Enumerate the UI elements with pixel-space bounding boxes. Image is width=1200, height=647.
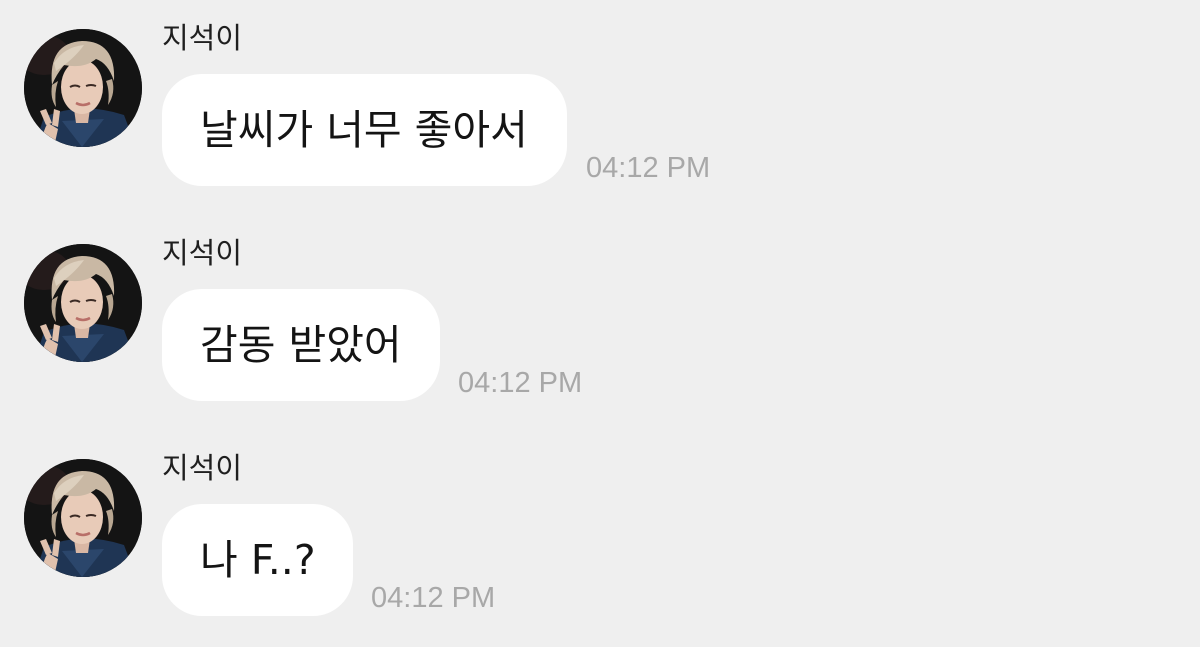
avatar[interactable] [24,29,142,147]
message-row: 지석이 나 F..? 04:12 PM [0,430,1200,630]
sender-name[interactable]: 지석이 [162,235,242,271]
message-bubble[interactable]: 감동 받았어 [162,289,440,401]
chat-thread: 지석이 날씨가 너무 좋아서 04:12 PM 지석이 감동 받았어 04:12… [0,0,1200,647]
sender-name[interactable]: 지석이 [162,20,242,56]
message-row: 지석이 날씨가 너무 좋아서 04:12 PM [0,0,1200,200]
profile-photo-icon [24,459,142,577]
profile-photo-icon [24,244,142,362]
message-timestamp: 04:12 PM [458,367,583,399]
avatar[interactable] [24,459,142,577]
message-row: 지석이 감동 받았어 04:12 PM [0,215,1200,415]
message-bubble[interactable]: 나 F..? [162,504,353,616]
message-timestamp: 04:12 PM [371,582,496,614]
avatar[interactable] [24,244,142,362]
profile-photo-icon [24,29,142,147]
message-timestamp: 04:12 PM [586,152,711,184]
message-bubble[interactable]: 날씨가 너무 좋아서 [162,74,567,186]
sender-name[interactable]: 지석이 [162,450,242,486]
